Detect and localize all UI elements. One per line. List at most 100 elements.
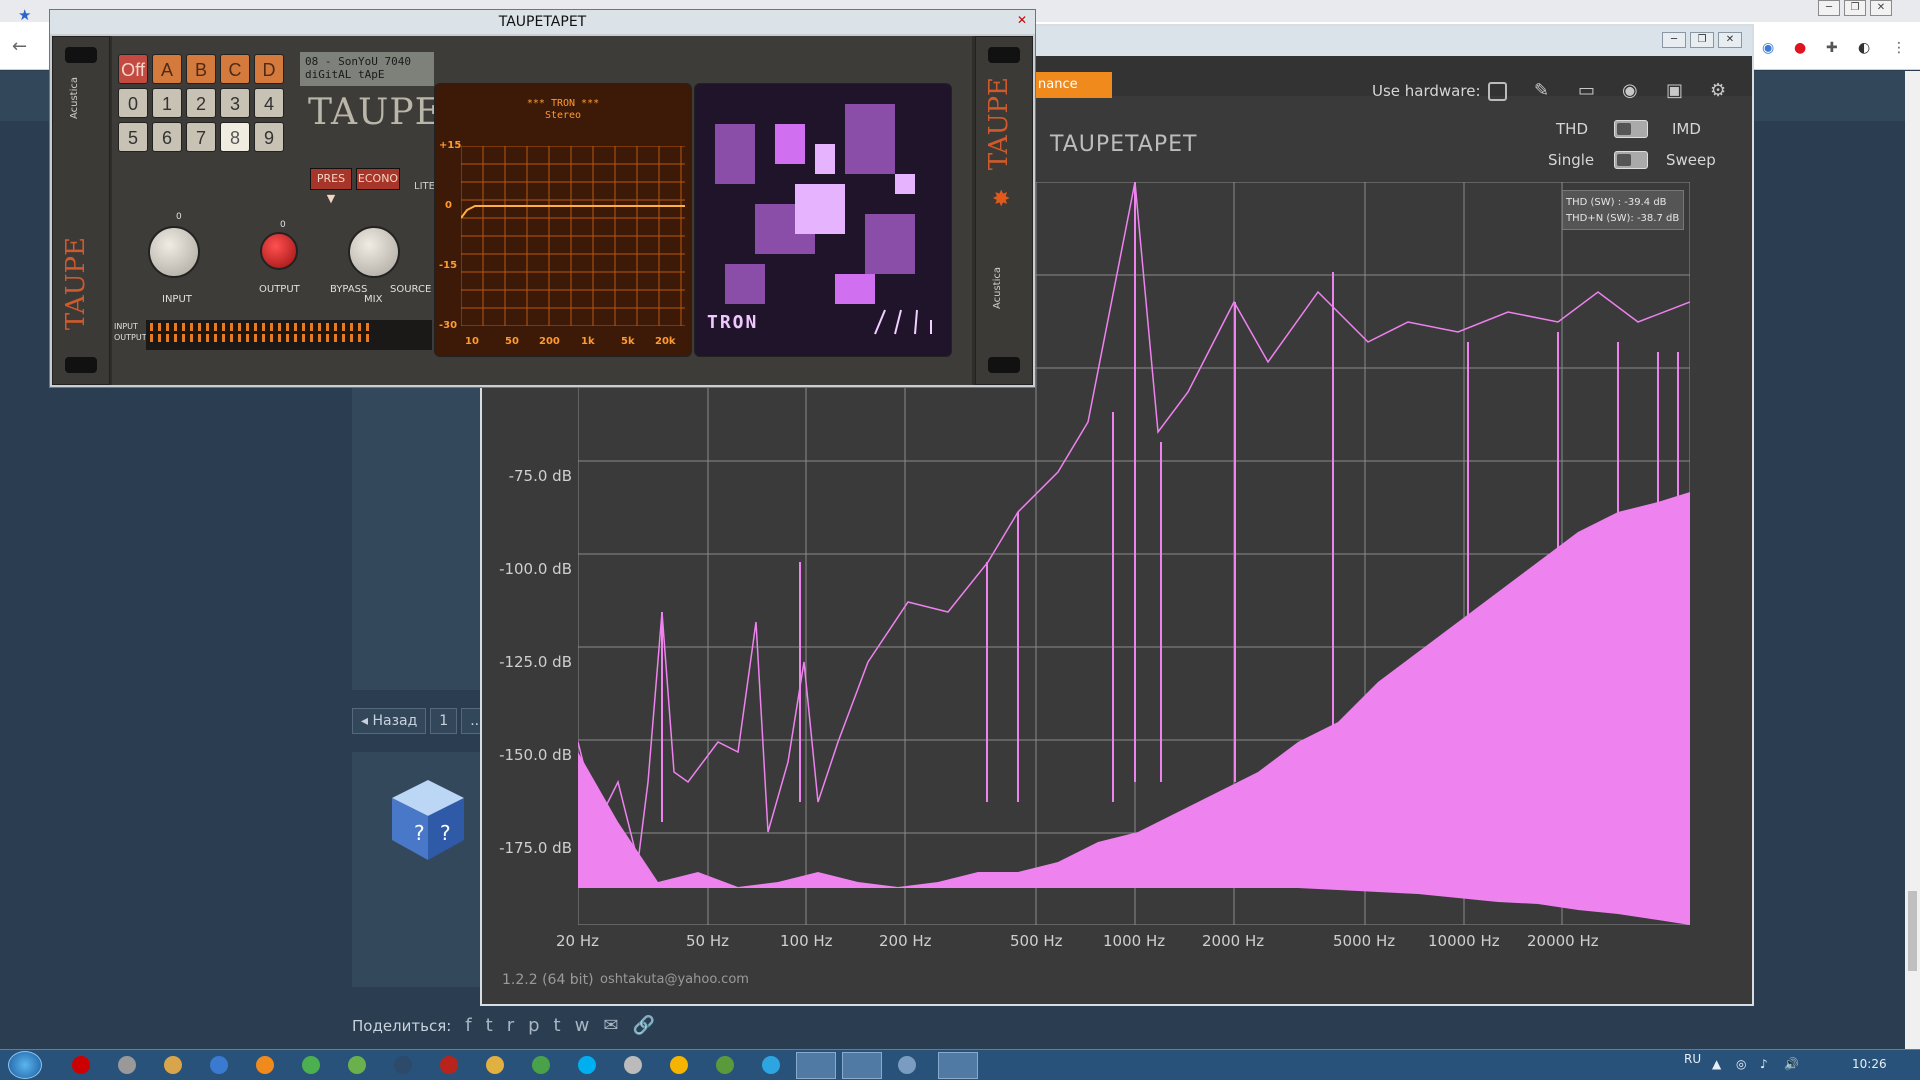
- tray-app-icon[interactable]: ◎: [1736, 1057, 1746, 1071]
- taskbar-chrome-button[interactable]: [938, 1052, 978, 1079]
- cube-thumbnail-image[interactable]: ? ?: [388, 776, 468, 862]
- profile-avatar-icon[interactable]: ◐: [1858, 40, 1870, 56]
- taskbar-app-icon[interactable]: [440, 1056, 458, 1074]
- scope-x-label: 200: [539, 336, 560, 347]
- single-sweep-toggle[interactable]: [1614, 151, 1648, 169]
- minimize-button[interactable]: ─: [1818, 0, 1840, 16]
- lcd-line-2: diGitAL tApE: [305, 68, 385, 81]
- opera-icon[interactable]: ●: [1794, 40, 1806, 56]
- link-icon[interactable]: 🔗: [632, 1015, 654, 1036]
- num-5-button[interactable]: 5: [118, 122, 148, 152]
- taskbar-plugin-button[interactable]: [842, 1052, 882, 1079]
- language-indicator[interactable]: RU: [1684, 1052, 1701, 1066]
- share-bar: Поделиться: f t r p t w ✉ 🔗: [352, 1015, 655, 1036]
- single-label: Single: [1548, 151, 1595, 169]
- back-arrow-icon[interactable]: ←: [12, 36, 27, 57]
- preset-c-button[interactable]: C: [220, 54, 250, 84]
- preset-a-button[interactable]: A: [152, 54, 182, 84]
- extensions-puzzle-icon[interactable]: ✚: [1826, 40, 1838, 56]
- num-9-button[interactable]: 9: [254, 122, 284, 152]
- ear-logo-text: TAUPE: [984, 77, 1014, 171]
- preset-b-button[interactable]: B: [186, 54, 216, 84]
- extension-icon[interactable]: ◉: [1762, 40, 1774, 56]
- tron-artwork: TRON: [694, 83, 952, 357]
- pinterest-icon[interactable]: p: [528, 1015, 539, 1036]
- analyzer-minimize-button[interactable]: ─: [1662, 32, 1686, 48]
- taskbar-app-icon[interactable]: [898, 1056, 916, 1074]
- taskbar-app-icon[interactable]: [118, 1056, 136, 1074]
- output-knob[interactable]: [260, 232, 298, 270]
- pres-button[interactable]: PRES ▼: [310, 168, 352, 205]
- taskbar-app-icon[interactable]: [72, 1056, 90, 1074]
- email-icon[interactable]: ✉: [603, 1015, 618, 1036]
- taskbar-app-icon[interactable]: [210, 1056, 228, 1074]
- analyzer-maximize-button[interactable]: ❐: [1690, 32, 1714, 48]
- tray-app-icon[interactable]: ♪: [1760, 1057, 1768, 1071]
- start-button[interactable]: [8, 1051, 42, 1079]
- taskbar-app-icon[interactable]: [486, 1056, 504, 1074]
- analyzer-close-button[interactable]: ✕: [1718, 32, 1742, 48]
- twitter-icon[interactable]: t: [486, 1015, 493, 1036]
- pagination-page-1[interactable]: 1: [430, 708, 458, 734]
- source-label: SOURCE: [390, 284, 432, 295]
- close-button[interactable]: ✕: [1870, 0, 1892, 16]
- mix-knob[interactable]: [348, 226, 400, 278]
- thdn-value: THD+N (SW): -38.7 dB: [1566, 213, 1680, 224]
- input-knob[interactable]: [148, 226, 200, 278]
- plugin-close-button[interactable]: ✕: [1017, 13, 1027, 27]
- eye-icon[interactable]: ◉: [1622, 80, 1638, 101]
- clock[interactable]: 10:26: [1852, 1057, 1887, 1071]
- num-7-button[interactable]: 7: [186, 122, 216, 152]
- book-icon[interactable]: ▭: [1578, 80, 1595, 101]
- skype-icon[interactable]: [578, 1056, 596, 1074]
- gear-icon[interactable]: ⚙: [1710, 80, 1726, 101]
- notes-icon[interactable]: ✎: [1534, 80, 1549, 101]
- taskbar-app-icon[interactable]: [256, 1056, 274, 1074]
- taskbar-app-icon[interactable]: [624, 1056, 642, 1074]
- thd-imd-toggle[interactable]: [1614, 120, 1648, 138]
- art-title: TRON: [707, 312, 759, 333]
- taskbar-app-icon[interactable]: [348, 1056, 366, 1074]
- scrollbar-thumb[interactable]: [1908, 891, 1917, 971]
- x-axis-label: 10000 Hz: [1428, 932, 1500, 950]
- scope-title: *** TRON ***: [526, 98, 600, 109]
- camera-icon[interactable]: ▣: [1666, 80, 1683, 101]
- reddit-icon[interactable]: r: [507, 1015, 514, 1036]
- x-axis-label: 50 Hz: [686, 932, 730, 950]
- num-1-button[interactable]: 1: [152, 88, 182, 118]
- use-hardware-checkbox[interactable]: [1488, 82, 1507, 101]
- taskbar-app-icon[interactable]: [164, 1056, 182, 1074]
- telegram-icon[interactable]: [762, 1056, 780, 1074]
- preset-d-button[interactable]: D: [254, 54, 284, 84]
- num-0-button[interactable]: 0: [118, 88, 148, 118]
- pagination-back-button[interactable]: ◂ Назад: [352, 708, 427, 734]
- page-scrollbar[interactable]: [1905, 71, 1920, 1051]
- volume-icon[interactable]: 🔊: [1784, 1057, 1799, 1071]
- thd-readout: THD (SW) : -39.4 dB THD+N (SW): -38.7 dB: [1562, 190, 1684, 230]
- taskbar-app-icon[interactable]: [394, 1056, 412, 1074]
- num-3-button[interactable]: 3: [220, 88, 250, 118]
- num-6-button[interactable]: 6: [152, 122, 182, 152]
- facebook-icon[interactable]: f: [465, 1015, 471, 1036]
- tab-performance[interactable]: nance: [1032, 72, 1112, 98]
- toggle-knob: [1617, 123, 1631, 135]
- whatsapp-icon[interactable]: w: [575, 1015, 590, 1036]
- taskbar-app-icon[interactable]: [302, 1056, 320, 1074]
- tumblr-icon[interactable]: t: [554, 1015, 561, 1036]
- svg-text:?: ?: [440, 821, 451, 845]
- num-4-button[interactable]: 4: [254, 88, 284, 118]
- menu-kebab-icon[interactable]: ⋮: [1892, 40, 1906, 56]
- taskbar-analyzer-button[interactable]: [796, 1052, 836, 1079]
- taskbar-app-icon[interactable]: [670, 1056, 688, 1074]
- taskbar-app-icon[interactable]: [716, 1056, 734, 1074]
- version-label: 1.2.2 (64 bit): [502, 972, 594, 988]
- restore-button[interactable]: ❐: [1844, 0, 1866, 16]
- num-2-button[interactable]: 2: [186, 88, 216, 118]
- x-axis-label: 2000 Hz: [1202, 932, 1265, 950]
- taskbar-app-icon[interactable]: [532, 1056, 550, 1074]
- tray-expand-icon[interactable]: ▲: [1712, 1057, 1721, 1071]
- scope-y-label: -30: [439, 320, 458, 331]
- off-button[interactable]: Off: [118, 54, 148, 84]
- econo-button[interactable]: ECONO: [356, 168, 400, 190]
- num-8-button[interactable]: 8: [220, 122, 250, 152]
